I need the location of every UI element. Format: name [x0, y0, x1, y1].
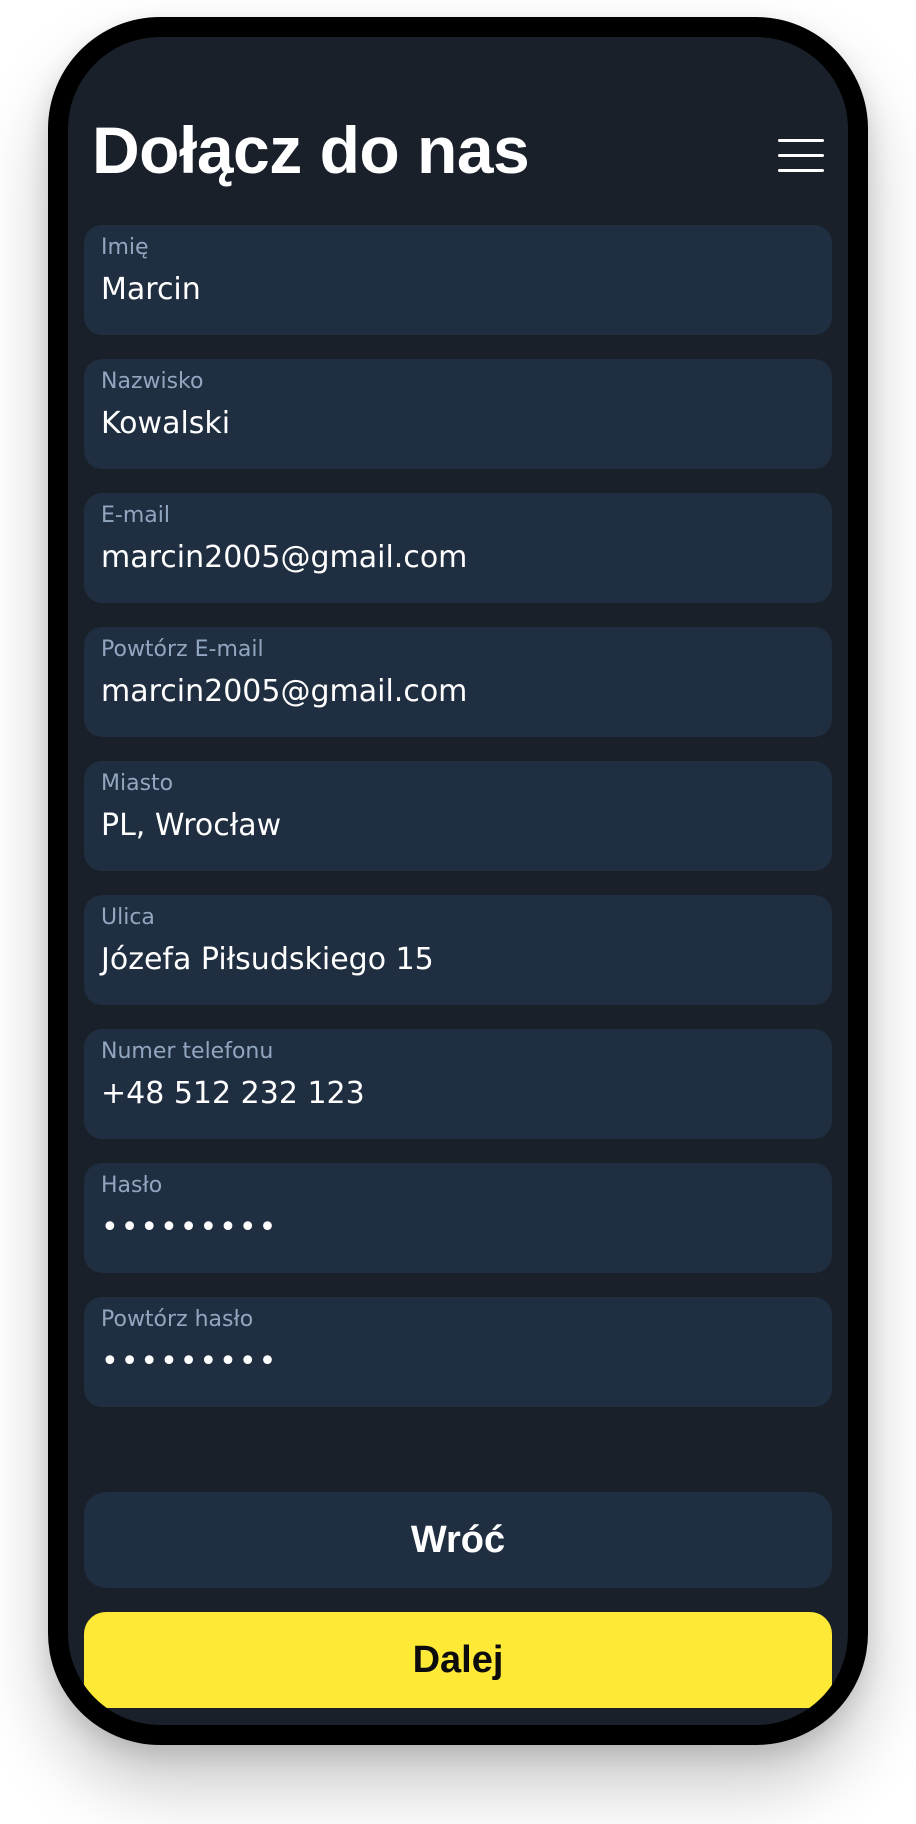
- menu-line: [778, 169, 824, 172]
- field-label: E-mail: [101, 503, 170, 528]
- email-field[interactable]: E-mail marcin2005@gmail.com: [84, 493, 832, 603]
- field-label: Hasło: [101, 1173, 163, 1198]
- field-label: Powtórz E-mail: [101, 637, 264, 662]
- street-field[interactable]: Ulica Józefa Piłsudskiego 15: [84, 895, 832, 1005]
- city-input[interactable]: PL, Wrocław: [101, 805, 281, 847]
- phone-number-field[interactable]: Numer telefonu +48 512 232 123: [84, 1029, 832, 1139]
- last-name-input[interactable]: Kowalski: [101, 403, 230, 445]
- field-label: Nazwisko: [101, 369, 204, 394]
- last-name-field[interactable]: Nazwisko Kowalski: [84, 359, 832, 469]
- phone-frame: Dołącz do nas Imię Marcin Nazwisko Kowal…: [48, 17, 868, 1745]
- page-title: Dołącz do nas: [92, 113, 530, 187]
- phone-number-input[interactable]: +48 512 232 123: [101, 1073, 365, 1115]
- field-label: Ulica: [101, 905, 155, 930]
- back-button[interactable]: Wróć: [84, 1492, 832, 1588]
- next-button[interactable]: Dalej: [84, 1612, 832, 1708]
- repeat-password-field[interactable]: Powtórz hasło •••••••••: [84, 1297, 832, 1407]
- menu-line: [778, 154, 824, 157]
- field-label: Imię: [101, 235, 149, 260]
- city-field[interactable]: Miasto PL, Wrocław: [84, 761, 832, 871]
- hamburger-menu-icon[interactable]: [778, 137, 826, 175]
- repeat-password-input[interactable]: •••••••••: [101, 1341, 278, 1383]
- password-field[interactable]: Hasło •••••••••: [84, 1163, 832, 1273]
- registration-form: Imię Marcin Nazwisko Kowalski E-mail mar…: [84, 225, 832, 1431]
- password-input[interactable]: •••••••••: [101, 1207, 278, 1249]
- field-label: Powtórz hasło: [101, 1307, 254, 1332]
- repeat-email-field[interactable]: Powtórz E-mail marcin2005@gmail.com: [84, 627, 832, 737]
- first-name-input[interactable]: Marcin: [101, 269, 201, 311]
- app-screen: Dołącz do nas Imię Marcin Nazwisko Kowal…: [68, 37, 848, 1725]
- menu-line: [778, 139, 824, 142]
- page: Dołącz do nas Imię Marcin Nazwisko Kowal…: [0, 0, 916, 1824]
- repeat-email-input[interactable]: marcin2005@gmail.com: [101, 671, 467, 713]
- email-input[interactable]: marcin2005@gmail.com: [101, 537, 467, 579]
- field-label: Numer telefonu: [101, 1039, 274, 1064]
- first-name-field[interactable]: Imię Marcin: [84, 225, 832, 335]
- field-label: Miasto: [101, 771, 174, 796]
- street-input[interactable]: Józefa Piłsudskiego 15: [101, 939, 434, 981]
